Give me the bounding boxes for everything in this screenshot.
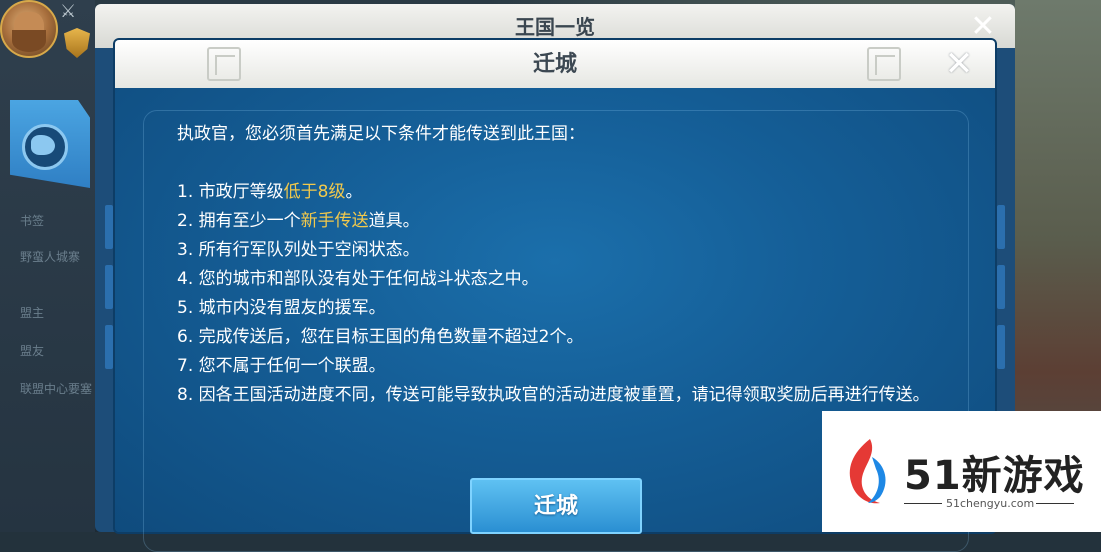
condition-item: 2. 拥有至少一个新手传送道具。: [177, 207, 947, 236]
side-tab-left: [105, 325, 113, 369]
condition-item: 1. 市政厅等级低于8级。: [177, 178, 947, 207]
condition-text: 道具。: [368, 211, 420, 231]
condition-highlight: 新手传送: [300, 211, 369, 231]
condition-item: 4. 您的城市和部队没有处于任何战斗状态之中。: [177, 265, 947, 294]
condition-text: 3. 所有行军队列处于空闲状态。: [177, 240, 420, 260]
rank-badge-icon[interactable]: [64, 28, 90, 58]
sidebar-item-allies[interactable]: 盟友: [20, 342, 44, 359]
left-sidebar: ⚔ 书签 野蛮人城寨 盟主 盟友 联盟中心要塞: [0, 0, 95, 532]
condition-item: 5. 城市内没有盟友的援军。: [177, 294, 947, 323]
side-tab-right: [997, 265, 1005, 309]
sidebar-item-barbarian[interactable]: 野蛮人城寨: [20, 248, 80, 265]
sidebar-item-bookmarks[interactable]: 书签: [20, 212, 44, 229]
side-tab-left: [105, 265, 113, 309]
condition-text: 7. 您不属于任何一个联盟。: [177, 356, 386, 376]
condition-text: 1. 市政厅等级: [177, 182, 284, 202]
condition-item: 8. 因各王国活动进度不同，传送可能导致执政官的活动进度被重置，请记得领取奖励后…: [177, 381, 947, 410]
side-tab-right: [997, 325, 1005, 369]
avatar-beard: [12, 30, 46, 52]
conditions-text: 执政官，您必须首先满足以下条件才能传送到此王国： 1. 市政厅等级低于8级。 2.…: [177, 120, 947, 410]
brand-logo-icon: [849, 439, 886, 504]
condition-highlight: 低于8级: [283, 182, 346, 202]
brand-divider: [904, 503, 942, 504]
condition-item: 3. 所有行军队列处于空闲状态。: [177, 236, 947, 265]
player-avatar[interactable]: [0, 0, 58, 58]
conditions-list: 1. 市政厅等级低于8级。 2. 拥有至少一个新手传送道具。 3. 所有行军队列处于…: [177, 178, 947, 410]
condition-text: 2. 拥有至少一个: [177, 211, 301, 231]
brand-url: 51chengyu.com: [946, 497, 1035, 510]
intro-text: 执政官，您必须首先满足以下条件才能传送到此王国：: [177, 124, 585, 144]
kingdom-overview-close-icon[interactable]: ✕: [968, 12, 998, 42]
condition-text: 4. 您的城市和部队没有处于任何战斗状态之中。: [177, 269, 539, 289]
dialog-title: 迁城: [532, 52, 577, 77]
brand-name: 51新游戏: [904, 453, 1085, 499]
condition-item: 7. 您不属于任何一个联盟。: [177, 352, 947, 381]
brand-divider: [1036, 503, 1074, 504]
sidebar-item-fortress[interactable]: 联盟中心要塞: [20, 380, 92, 397]
sidebar-item-leader[interactable]: 盟主: [20, 304, 44, 321]
condition-item: 6. 完成传送后，您在目标王国的角色数量不超过2个。: [177, 323, 947, 352]
side-tab-right: [997, 205, 1005, 249]
close-icon[interactable]: ✕: [943, 47, 975, 81]
condition-text: 。: [345, 182, 363, 202]
side-tab-left: [105, 205, 113, 249]
watermark: 51新游戏 51chengyu.com: [822, 411, 1101, 532]
condition-text: 5. 城市内没有盟友的援军。: [177, 298, 386, 318]
condition-text: 8. 因各王国活动进度不同，传送可能导致执政官的活动进度被重置，请记得领取奖励后…: [177, 385, 930, 405]
condition-text: 6. 完成传送后，您在目标王国的角色数量不超过2个。: [177, 327, 584, 347]
sword-icon[interactable]: ⚔: [60, 2, 80, 22]
globe-icon[interactable]: [22, 124, 68, 170]
relocate-button[interactable]: 迁城: [470, 478, 642, 534]
